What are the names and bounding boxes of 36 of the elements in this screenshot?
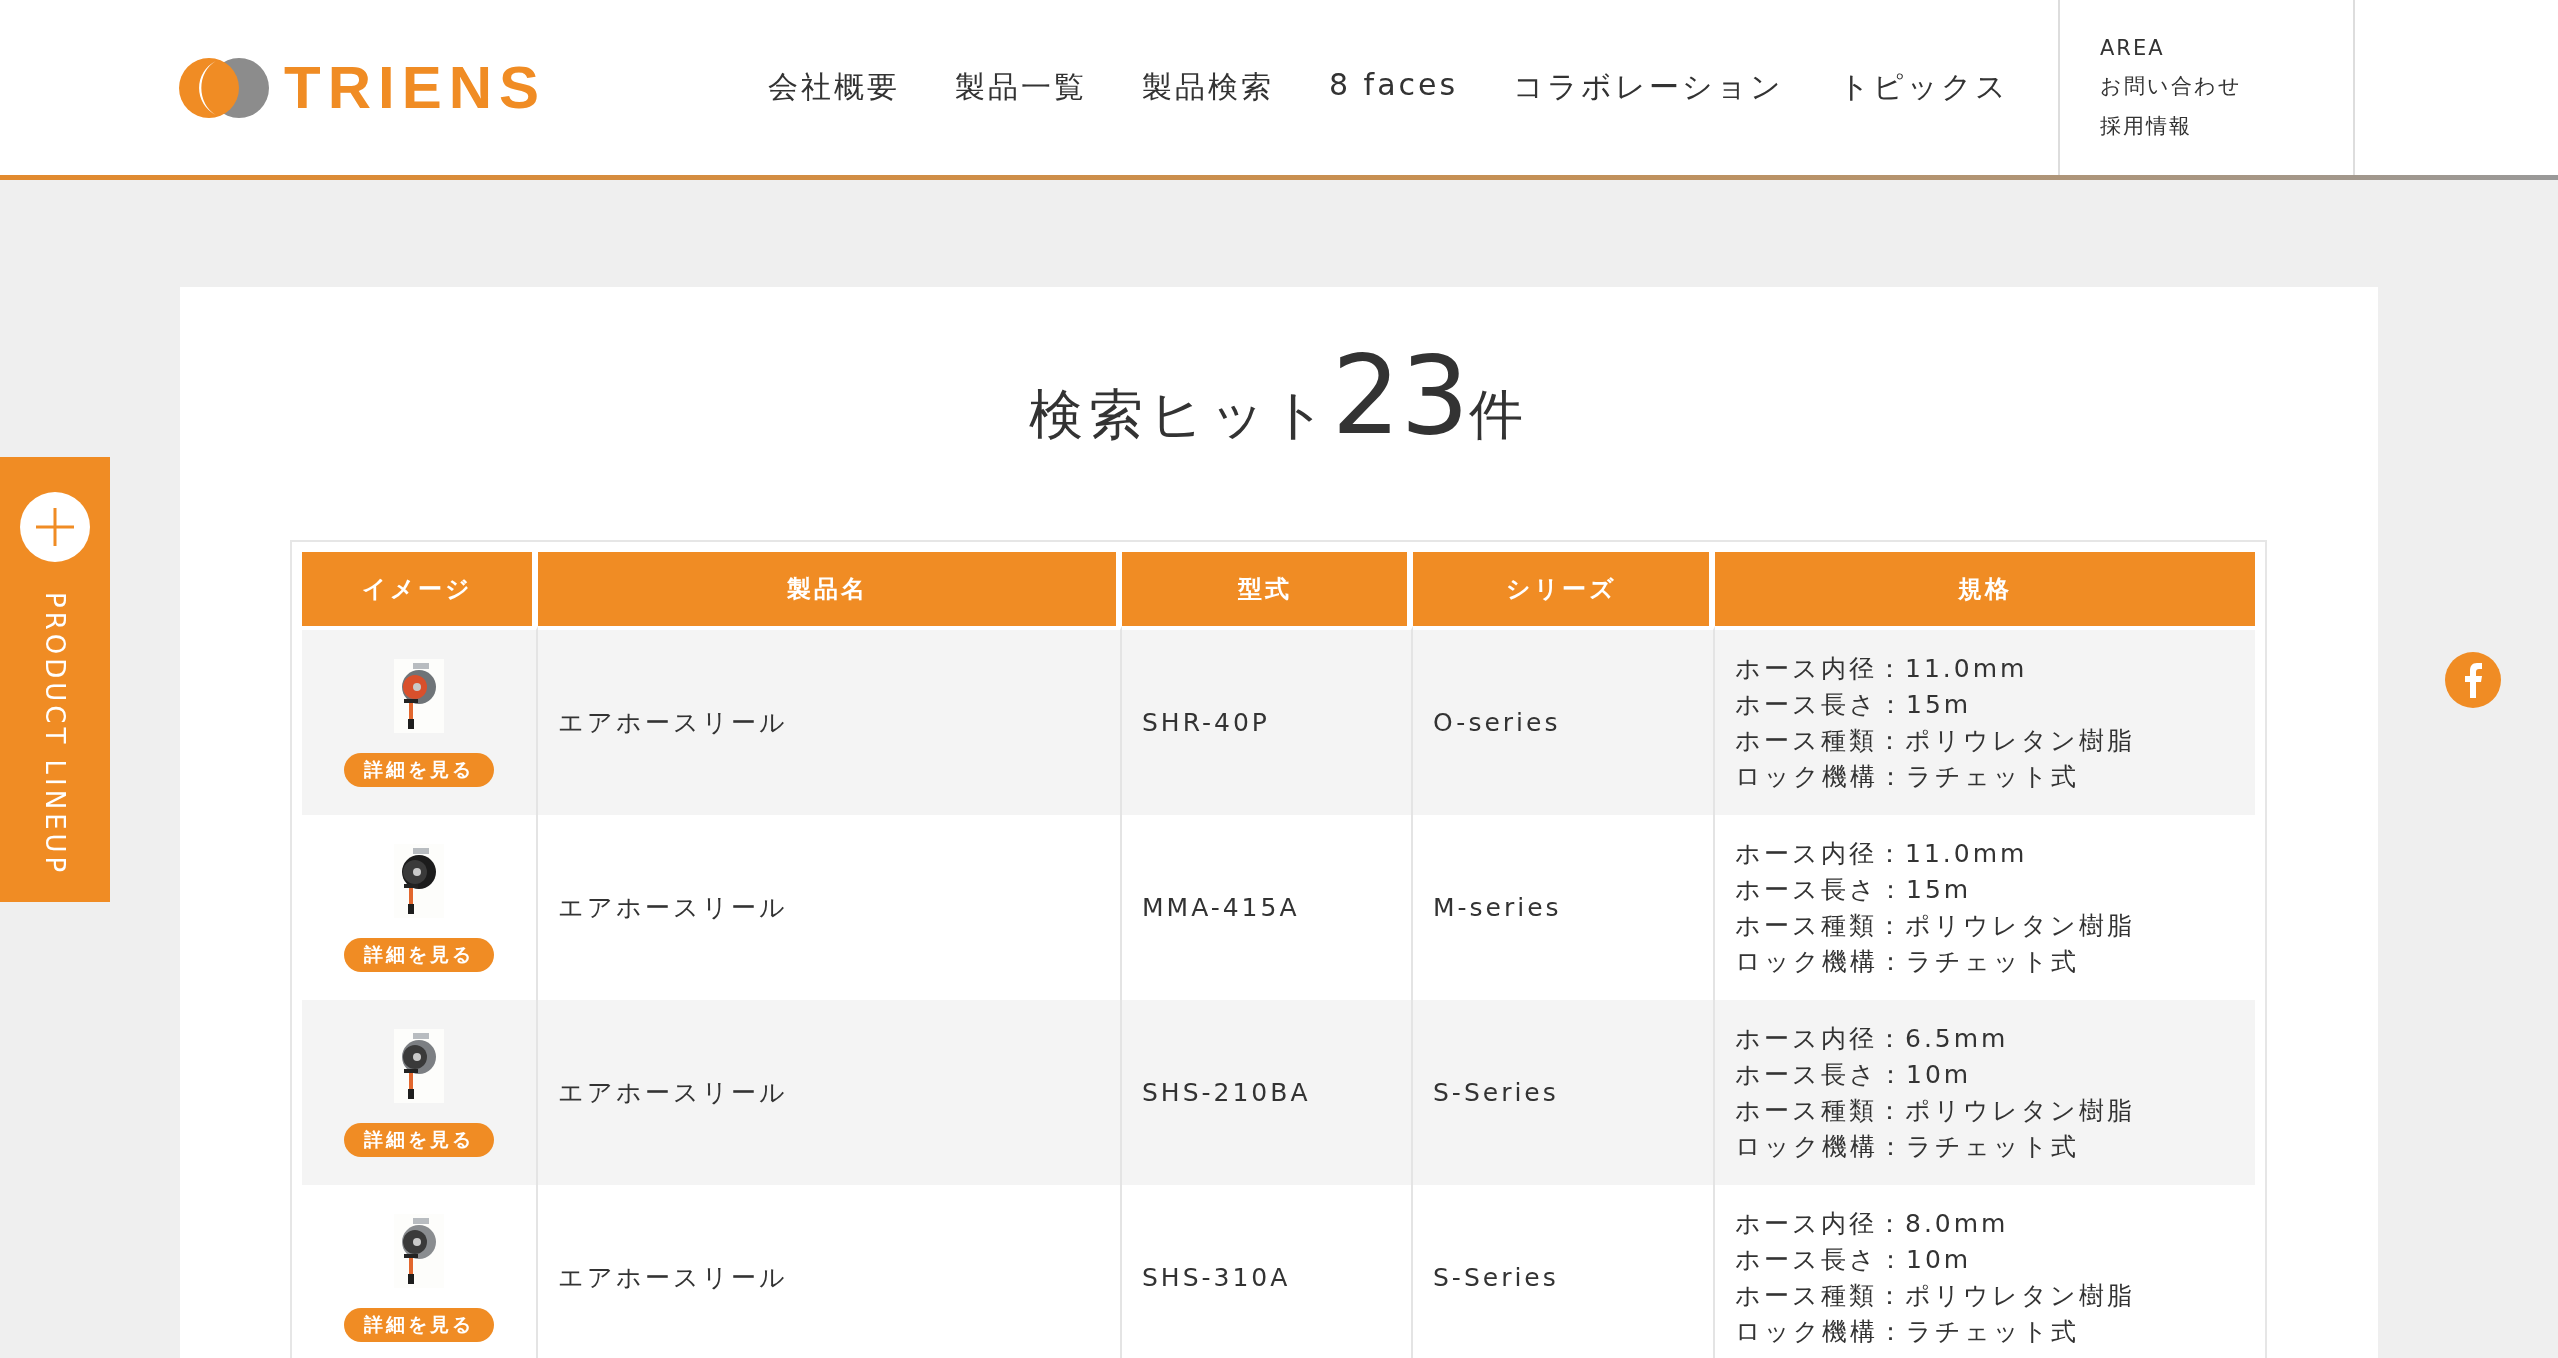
nav-link[interactable]: トピックス: [1839, 67, 2010, 108]
spec-line: ロック機構：ラチェット式: [1735, 1315, 2080, 1348]
spec-line: ホース長さ：15m: [1735, 873, 1973, 906]
sub-nav-link[interactable]: AREA: [2100, 35, 2353, 60]
spec-line: ホース長さ：10m: [1735, 1058, 1973, 1091]
table-cell: S-Series: [1413, 1000, 1715, 1185]
spec-line: ホース内径：11.0mm: [1735, 652, 2029, 685]
logo-icon: [178, 56, 270, 119]
spec-line: ホース長さ：15m: [1735, 688, 1973, 721]
spec-line: ホース長さ：10m: [1735, 1243, 1973, 1276]
result-count-heading: 検索ヒット 23件: [1027, 342, 1531, 450]
nav-link[interactable]: 8 faces: [1329, 67, 1459, 108]
spec-line: ロック機構：ラチェット式: [1735, 945, 2080, 978]
spec-line: ホース内径：11.0mm: [1735, 837, 2029, 870]
table-cell: SHS-210BA: [1122, 1000, 1413, 1185]
table-cell: エアホースリール: [538, 1000, 1122, 1185]
spec-line: ホース内径：8.0mm: [1735, 1207, 2010, 1240]
spec-line: ホース種類：ポリウレタン樹脂: [1735, 1094, 2136, 1127]
table-cell: SHR-40P: [1122, 626, 1413, 815]
plus-icon: [20, 492, 90, 562]
sub-nav-link[interactable]: 採用情報: [2100, 111, 2353, 140]
sub-nav-link[interactable]: お問い合わせ: [2100, 71, 2353, 100]
spec-line: ホース内径：6.5mm: [1735, 1022, 2010, 1055]
spec-line: ロック機構：ラチェット式: [1735, 760, 2080, 793]
spec-line: ロック機構：ラチェット式: [1735, 1130, 2080, 1163]
table-cell: エアホースリール: [538, 626, 1122, 815]
spec-line: ホース種類：ポリウレタン樹脂: [1735, 724, 2136, 757]
spec-line: ホース種類：ポリウレタン樹脂: [1735, 1279, 2136, 1312]
table-cell: O-series: [1413, 626, 1715, 815]
facebook-icon[interactable]: [2445, 652, 2501, 708]
nav-link[interactable]: コラボレーション: [1513, 67, 1785, 108]
nav-link[interactable]: 製品一覧: [955, 67, 1087, 108]
nav-link[interactable]: 会社概要: [768, 67, 900, 108]
spec-line: ホース種類：ポリウレタン樹脂: [1735, 909, 2136, 942]
nav-link[interactable]: 製品検索: [1142, 67, 1274, 108]
column-header: 規格: [1715, 552, 2255, 626]
